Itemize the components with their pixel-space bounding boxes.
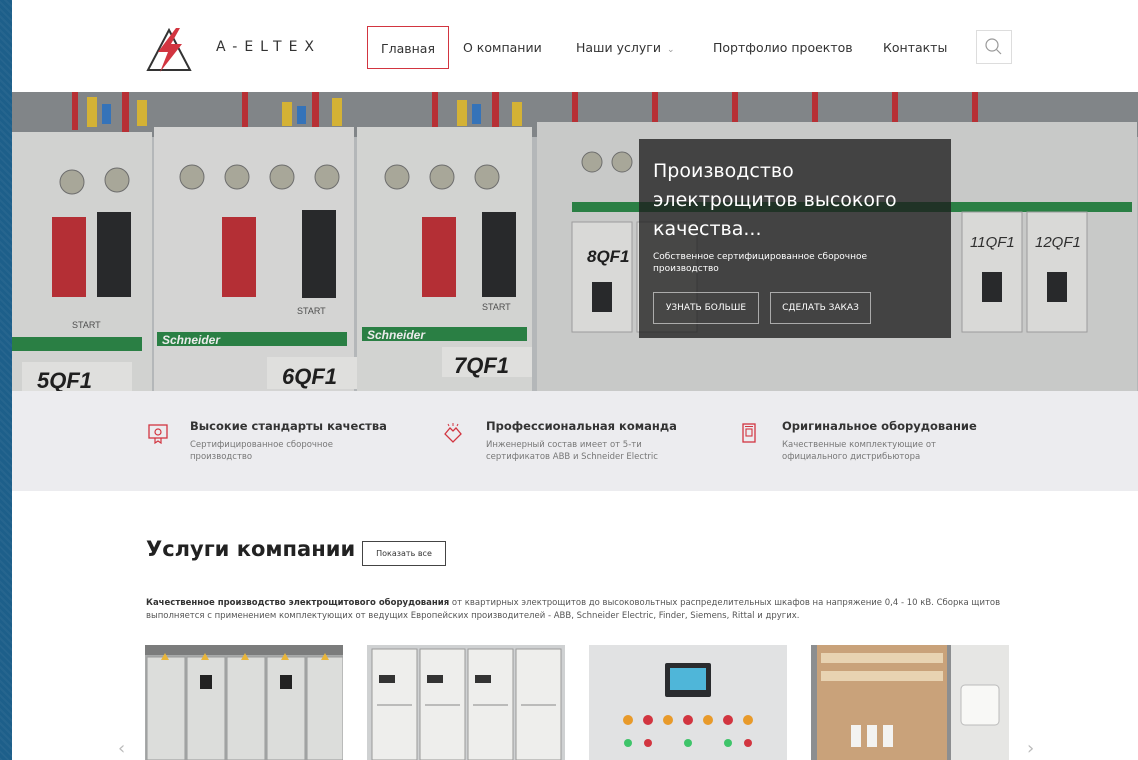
search-button[interactable] — [976, 30, 1012, 64]
hero-title: Производство электрощитов высокого качес… — [653, 160, 897, 240]
chevron-left-icon[interactable]: ‹ — [118, 738, 125, 759]
nav-contacts[interactable]: Контакты — [883, 26, 947, 69]
service-card-4[interactable] — [811, 645, 1009, 760]
feature-title-equipment: Оригинальное оборудование — [782, 419, 977, 433]
hero-caption-box: Производство электрощитов высокого качес… — [639, 139, 951, 338]
card-image-4 — [811, 645, 1009, 760]
brand-name[interactable]: A-ELTEX — [216, 39, 321, 55]
site-header: A-ELTEX Главная О компании Наши услуги ⌄ … — [12, 0, 1138, 92]
hero-subtitle: Собственное сертифицированное сборочное … — [653, 252, 868, 274]
feature-desc-quality: Сертифицированное сборочное производство — [190, 440, 333, 462]
page: A-ELTEX Главная О компании Наши услуги ⌄ … — [12, 0, 1138, 760]
nav-services-label: Наши услуги — [576, 40, 661, 55]
services-title: Услуги компании — [146, 537, 356, 561]
hero-banner: 5QF1 6QF1 7QF1 8QF1 11QF1 12QF1 Schneide… — [12, 92, 1138, 391]
feature-desc-team: Инженерный состав имеет от 5-ти сертифик… — [486, 440, 658, 462]
learn-more-button[interactable]: УЗНАТЬ БОЛЬШЕ — [653, 292, 759, 324]
nav-about[interactable]: О компании — [463, 26, 542, 69]
card-image-2 — [367, 645, 565, 760]
services-intro: Качественное производство электрощитовог… — [146, 597, 1036, 623]
card-image-3 — [589, 645, 787, 760]
logo-icon[interactable] — [146, 28, 192, 72]
make-order-button[interactable]: СДЕЛАТЬ ЗАКАЗ — [770, 292, 871, 324]
feature-desc-equipment: Качественные комплектующие от официально… — [782, 440, 936, 462]
services-intro-bold: Качественное производство электрощитовог… — [146, 598, 450, 608]
chevron-right-icon[interactable]: › — [1027, 738, 1034, 759]
service-card-1[interactable] — [145, 645, 343, 760]
service-card-2[interactable] — [367, 645, 565, 760]
nav-home[interactable]: Главная — [367, 26, 449, 69]
nav-portfolio[interactable]: Портфолио проектов — [713, 26, 853, 69]
chevron-down-icon: ⌄ — [666, 45, 675, 55]
search-icon — [985, 38, 1002, 55]
feature-title-quality: Высокие стандарты качества — [190, 419, 387, 433]
nav-services[interactable]: Наши услуги ⌄ — [576, 26, 675, 69]
features-strip: Высокие стандарты качества Сертифицирова… — [12, 391, 1138, 491]
team-handshake-icon — [444, 423, 462, 443]
feature-title-team: Профессиональная команда — [486, 419, 677, 433]
hero-photo: 5QF1 6QF1 7QF1 8QF1 11QF1 12QF1 Schneide… — [12, 92, 1138, 391]
certificate-icon — [148, 424, 168, 444]
card-image-1 — [145, 645, 343, 760]
service-card-3[interactable] — [589, 645, 787, 760]
equipment-icon — [742, 423, 756, 443]
show-all-button[interactable]: Показать все — [362, 541, 446, 566]
